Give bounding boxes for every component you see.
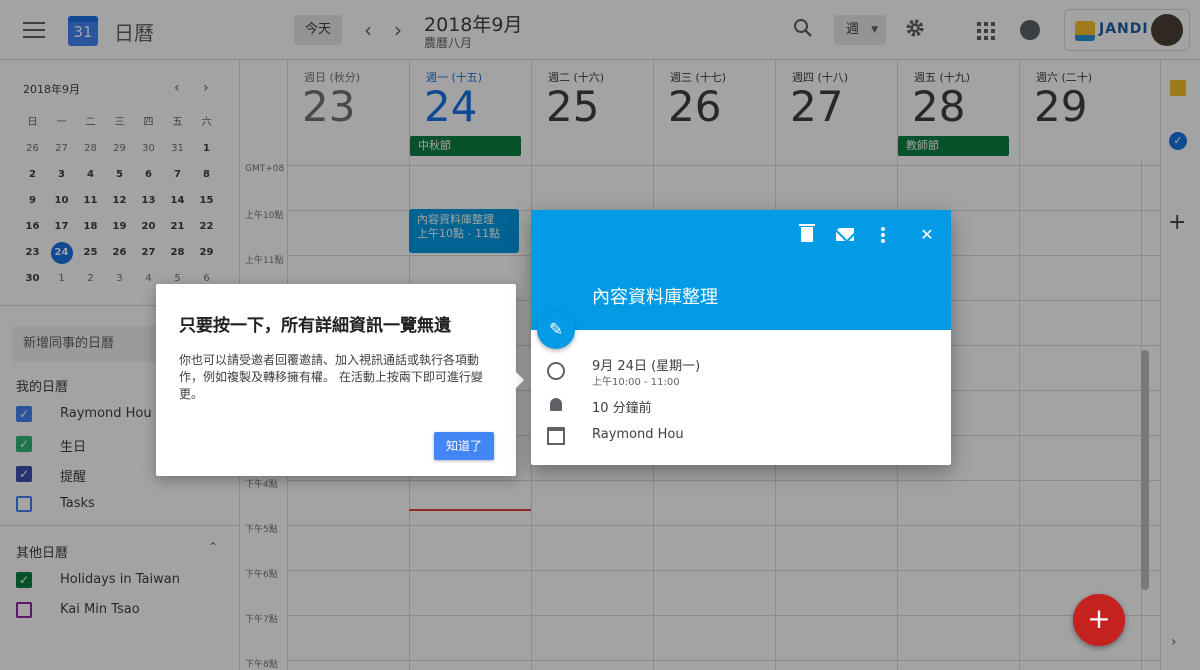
email-guests-icon[interactable]: [836, 228, 854, 241]
tip-title: 只要按一下，所有詳細資訊一覽無遺: [179, 316, 451, 336]
calendar-icon: [547, 427, 565, 445]
event-detail-popover: ✕ 內容資料庫整理 ✎ 9月 24日 (星期一) 上午10:00 - 11:00…: [531, 210, 951, 465]
delete-icon[interactable]: [799, 224, 815, 242]
clock-icon: [547, 362, 565, 380]
event-calendar: Raymond Hou: [592, 427, 684, 442]
edit-event-button[interactable]: ✎: [537, 311, 575, 349]
feature-tip-card: 只要按一下，所有詳細資訊一覽無遺 你也可以請受邀者回覆邀請、加入視訊通話或執行各…: [156, 284, 524, 476]
more-options-icon[interactable]: [881, 227, 885, 243]
event-time: 上午10:00 - 11:00: [592, 377, 680, 388]
create-event-button[interactable]: +: [1073, 594, 1125, 646]
event-date: 9月 24日 (星期一): [592, 359, 701, 374]
close-icon[interactable]: ✕: [917, 225, 937, 245]
tip-body: 你也可以請受邀者回覆邀請、加入視訊通話或執行各項動作，例如複製及轉移擁有權。 在…: [179, 353, 483, 401]
got-it-button[interactable]: 知道了: [434, 432, 494, 460]
reminder-bell-icon: [550, 398, 562, 411]
popover-header: ✕ 內容資料庫整理: [531, 210, 951, 330]
popover-event-title: 內容資料庫整理: [592, 287, 718, 308]
event-reminder: 10 分鐘前: [592, 401, 652, 416]
